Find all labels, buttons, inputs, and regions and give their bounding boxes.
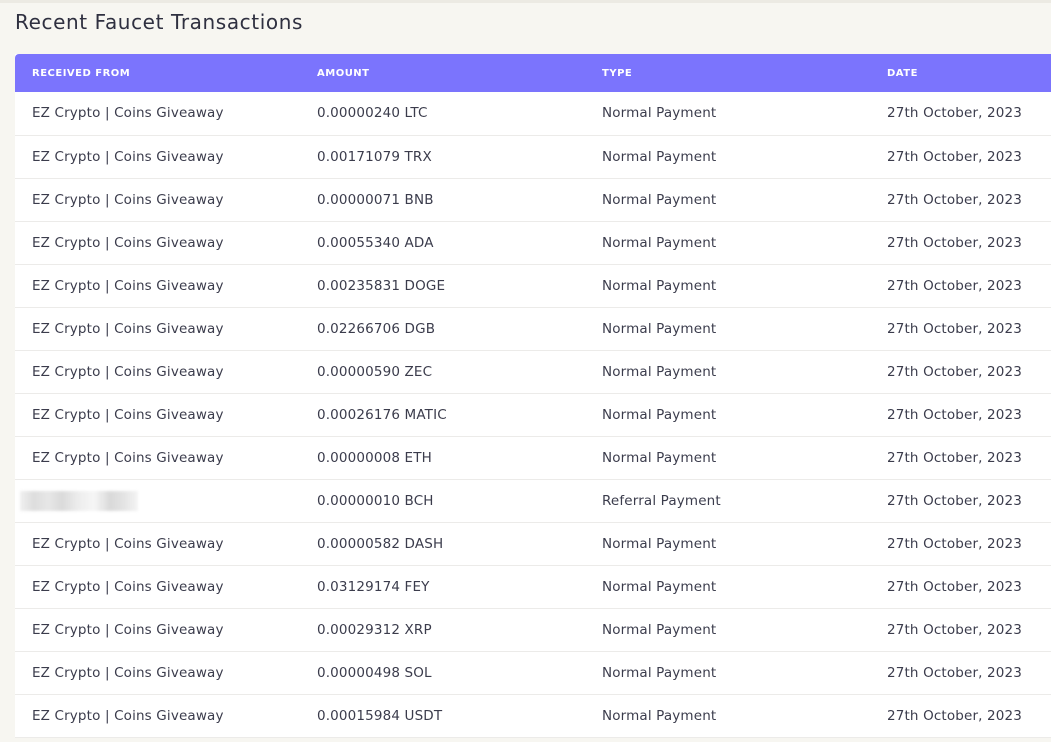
table-row: EZ Crypto | Coins Giveaway 0.00000498 SO…	[15, 651, 1051, 694]
table-row: EZ Crypto | Coins Giveaway 0.00235831 DO…	[15, 264, 1051, 307]
cell-type: Normal Payment	[602, 148, 717, 165]
cell-amount: 0.00000071 BNB	[317, 191, 434, 208]
cell-type: Normal Payment	[602, 578, 717, 595]
cell-date: 27th October, 2023	[887, 621, 1022, 638]
cell-amount: 0.00000590 ZEC	[317, 363, 433, 380]
cell-amount: 0.00055340 ADA	[317, 234, 434, 251]
cell-type: Normal Payment	[602, 535, 717, 552]
table-row: EZ Crypto | Coins Giveaway 0.03129174 FE…	[15, 565, 1051, 608]
cell-received-from: EZ Crypto | Coins Giveaway	[32, 578, 224, 595]
cell-amount: 0.00171079 TRX	[317, 148, 432, 165]
cell-amount: 0.00000240 LTC	[317, 105, 428, 122]
cell-amount: 0.02266706 DGB	[317, 320, 436, 337]
cell-received-from: EZ Crypto | Coins Giveaway	[32, 363, 224, 380]
transactions-table: RECEIVED FROM AMOUNT TYPE DATE EZ Crypto…	[15, 54, 1051, 738]
column-header-received-from: RECEIVED FROM	[32, 67, 131, 79]
cell-received-from: EZ Crypto | Coins Giveaway	[32, 105, 224, 122]
cell-type: Normal Payment	[602, 406, 717, 423]
redacted-username	[20, 490, 138, 511]
cell-type: Normal Payment	[602, 234, 717, 251]
cell-amount: 0.00000008 ETH	[317, 449, 432, 466]
cell-received-from: EZ Crypto | Coins Giveaway	[32, 535, 224, 552]
cell-type: Normal Payment	[602, 320, 717, 337]
cell-date: 27th October, 2023	[887, 363, 1022, 380]
cell-received-from: EZ Crypto | Coins Giveaway	[32, 320, 224, 337]
cell-date: 27th October, 2023	[887, 449, 1022, 466]
cell-type: Normal Payment	[602, 277, 717, 294]
cell-date: 27th October, 2023	[887, 578, 1022, 595]
cell-amount: 0.00000498 SOL	[317, 664, 432, 681]
table-header: RECEIVED FROM AMOUNT TYPE DATE	[15, 54, 1051, 92]
table-row: EZ Crypto | Coins Giveaway 0.00055340 AD…	[15, 221, 1051, 264]
table-row: EZ Crypto | Coins Giveaway 0.00000590 ZE…	[15, 350, 1051, 393]
table-row: EZ Crypto | Coins Giveaway 0.00000582 DA…	[15, 522, 1051, 565]
cell-date: 27th October, 2023	[887, 492, 1022, 509]
cell-type: Normal Payment	[602, 621, 717, 638]
column-header-amount: AMOUNT	[317, 67, 370, 79]
cell-type: Normal Payment	[602, 105, 717, 122]
cell-amount: 0.03129174 FEY	[317, 578, 430, 595]
cell-type: Normal Payment	[602, 664, 717, 681]
cell-amount: 0.00000582 DASH	[317, 535, 444, 552]
cell-date: 27th October, 2023	[887, 148, 1022, 165]
table-row: EZ Crypto | Coins Giveaway 0.00000240 LT…	[15, 92, 1051, 135]
cell-date: 27th October, 2023	[887, 234, 1022, 251]
cell-date: 27th October, 2023	[887, 320, 1022, 337]
table-header-row: RECEIVED FROM AMOUNT TYPE DATE	[15, 54, 1051, 92]
table-row: EZ Crypto | Coins Giveaway 0.00000008 ET…	[15, 436, 1051, 479]
table-row: EZ Crypto | Coins Giveaway 0.02266706 DG…	[15, 307, 1051, 350]
table-row: EZ Crypto | Coins Giveaway 0.00029312 XR…	[15, 608, 1051, 651]
table-body: EZ Crypto | Coins Giveaway 0.00000240 LT…	[15, 92, 1051, 737]
cell-amount: 0.00235831 DOGE	[317, 277, 446, 294]
table-row: 0.00000010 BCH Referral Payment 27th Oct…	[15, 479, 1051, 522]
column-header-type: TYPE	[602, 67, 633, 79]
cell-amount: 0.00015984 USDT	[317, 707, 443, 724]
table-row: EZ Crypto | Coins Giveaway 0.00171079 TR…	[15, 135, 1051, 178]
cell-received-from: EZ Crypto | Coins Giveaway	[32, 191, 224, 208]
cell-date: 27th October, 2023	[887, 406, 1022, 423]
cell-type: Normal Payment	[602, 363, 717, 380]
cell-date: 27th October, 2023	[887, 664, 1022, 681]
table-row: EZ Crypto | Coins Giveaway 0.00000071 BN…	[15, 178, 1051, 221]
cell-date: 27th October, 2023	[887, 105, 1022, 122]
cell-amount: 0.00029312 XRP	[317, 621, 432, 638]
cell-date: 27th October, 2023	[887, 535, 1022, 552]
cell-type: Normal Payment	[602, 707, 717, 724]
top-divider	[0, 0, 1051, 3]
table-row: EZ Crypto | Coins Giveaway 0.00015984 US…	[15, 694, 1051, 737]
page: Recent Faucet Transactions RECEIVED FROM…	[0, 0, 1051, 742]
table-row: EZ Crypto | Coins Giveaway 0.00026176 MA…	[15, 393, 1051, 436]
cell-received-from: EZ Crypto | Coins Giveaway	[32, 449, 224, 466]
cell-received-from: EZ Crypto | Coins Giveaway	[32, 406, 224, 423]
cell-date: 27th October, 2023	[887, 277, 1022, 294]
cell-received-from	[15, 479, 300, 522]
cell-received-from: EZ Crypto | Coins Giveaway	[32, 148, 224, 165]
cell-received-from: EZ Crypto | Coins Giveaway	[32, 234, 224, 251]
cell-received-from: EZ Crypto | Coins Giveaway	[32, 277, 224, 294]
cell-type: Normal Payment	[602, 449, 717, 466]
page-title: Recent Faucet Transactions	[15, 10, 304, 34]
transactions-table-container: RECEIVED FROM AMOUNT TYPE DATE EZ Crypto…	[15, 54, 1051, 738]
cell-type: Normal Payment	[602, 191, 717, 208]
cell-received-from: EZ Crypto | Coins Giveaway	[32, 621, 224, 638]
cell-date: 27th October, 2023	[887, 707, 1022, 724]
cell-date: 27th October, 2023	[887, 191, 1022, 208]
column-header-date: DATE	[887, 67, 918, 79]
cell-amount: 0.00026176 MATIC	[317, 406, 447, 423]
cell-amount: 0.00000010 BCH	[317, 492, 434, 509]
cell-received-from: EZ Crypto | Coins Giveaway	[32, 664, 224, 681]
cell-type: Referral Payment	[602, 492, 721, 509]
cell-received-from: EZ Crypto | Coins Giveaway	[32, 707, 224, 724]
